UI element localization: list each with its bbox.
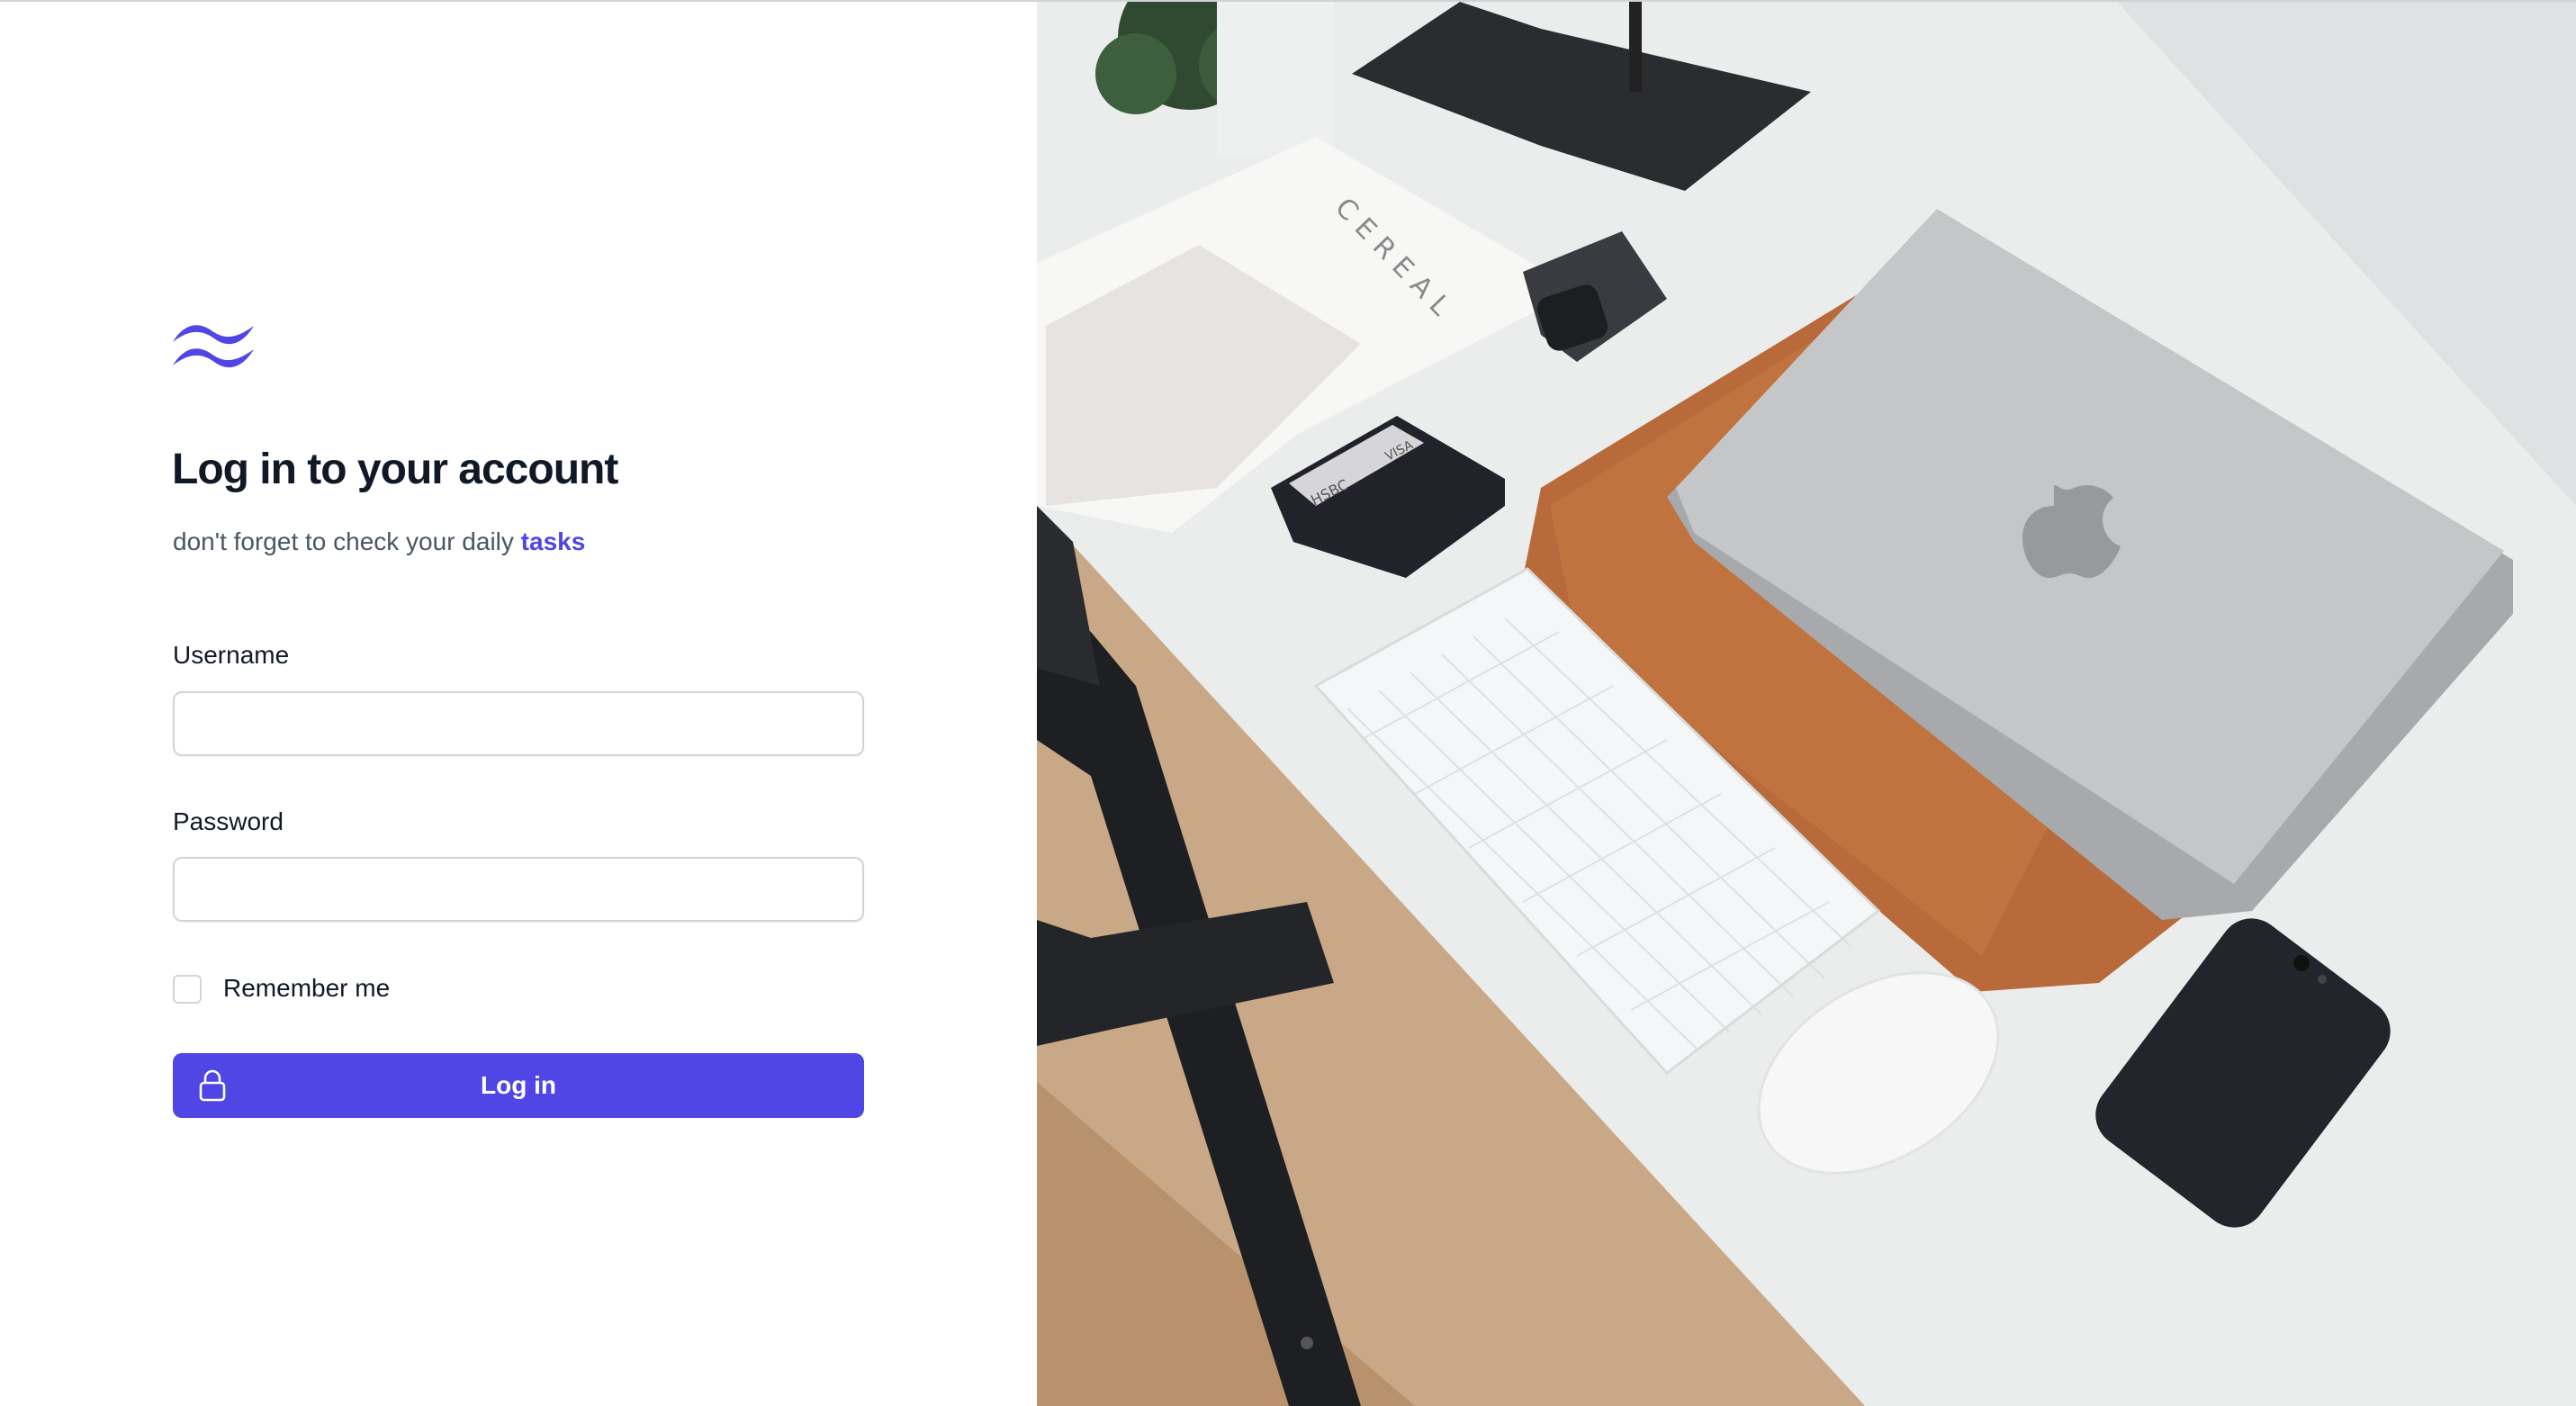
password-input[interactable] <box>173 857 864 922</box>
lock-icon <box>199 1069 226 1102</box>
login-panel: Log in to your account don't forget to c… <box>0 2 1037 1406</box>
login-button-label: Log in <box>481 1071 556 1099</box>
remember-me-label[interactable]: Remember me <box>223 974 390 1003</box>
remember-me-checkbox[interactable] <box>173 975 202 1004</box>
subtitle-text: don't forget to check your daily <box>173 527 514 555</box>
subtitle: don't forget to check your daily tasks <box>173 527 585 556</box>
wave-logo-icon <box>173 325 254 368</box>
username-input[interactable] <box>173 691 864 756</box>
password-label: Password <box>173 807 284 835</box>
desk-setup-photo: CEREAL HSBC VISA <box>1037 2 2576 1406</box>
login-button[interactable]: Log in <box>173 1053 864 1118</box>
username-label: Username <box>173 641 290 669</box>
tasks-link[interactable]: tasks <box>521 527 586 555</box>
hero-image: CEREAL HSBC VISA <box>1037 2 2576 1406</box>
page-title: Log in to your account <box>172 446 618 493</box>
